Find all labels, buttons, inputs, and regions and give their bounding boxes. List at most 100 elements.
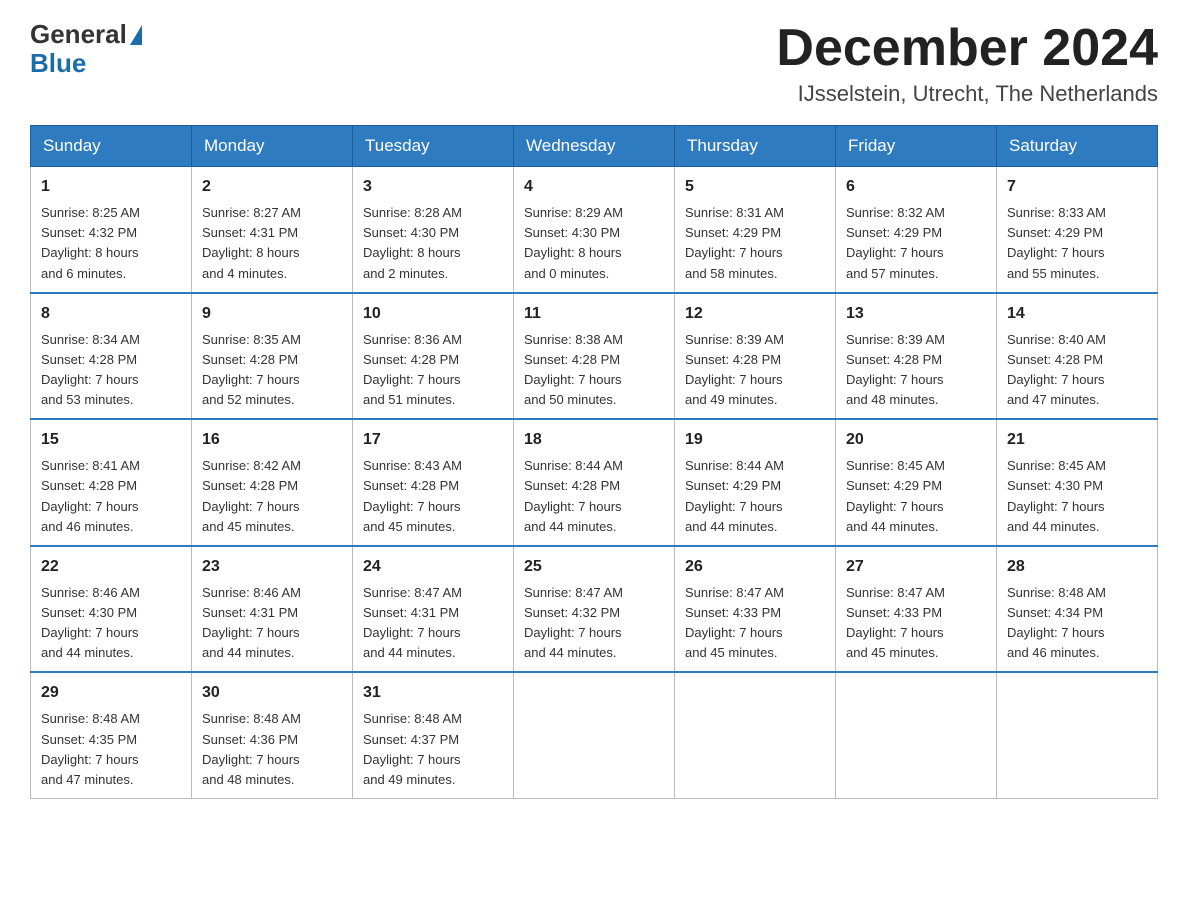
day-number: 2 xyxy=(202,175,342,199)
day-info: Sunrise: 8:34 AMSunset: 4:28 PMDaylight:… xyxy=(41,330,181,411)
header-friday: Friday xyxy=(836,126,997,167)
day-info: Sunrise: 8:25 AMSunset: 4:32 PMDaylight:… xyxy=(41,203,181,284)
calendar-cell: 16 Sunrise: 8:42 AMSunset: 4:28 PMDaylig… xyxy=(192,419,353,546)
location-subtitle: IJsselstein, Utrecht, The Netherlands xyxy=(776,81,1158,107)
calendar-cell: 27 Sunrise: 8:47 AMSunset: 4:33 PMDaylig… xyxy=(836,546,997,673)
day-info: Sunrise: 8:32 AMSunset: 4:29 PMDaylight:… xyxy=(846,203,986,284)
day-number: 27 xyxy=(846,555,986,579)
day-info: Sunrise: 8:46 AMSunset: 4:30 PMDaylight:… xyxy=(41,583,181,664)
day-info: Sunrise: 8:46 AMSunset: 4:31 PMDaylight:… xyxy=(202,583,342,664)
calendar-cell: 10 Sunrise: 8:36 AMSunset: 4:28 PMDaylig… xyxy=(353,293,514,420)
day-number: 14 xyxy=(1007,302,1147,326)
calendar-week-row: 1 Sunrise: 8:25 AMSunset: 4:32 PMDayligh… xyxy=(31,167,1158,293)
calendar-cell: 14 Sunrise: 8:40 AMSunset: 4:28 PMDaylig… xyxy=(997,293,1158,420)
header-sunday: Sunday xyxy=(31,126,192,167)
day-info: Sunrise: 8:48 AMSunset: 4:34 PMDaylight:… xyxy=(1007,583,1147,664)
calendar-cell: 21 Sunrise: 8:45 AMSunset: 4:30 PMDaylig… xyxy=(997,419,1158,546)
day-number: 17 xyxy=(363,428,503,452)
day-info: Sunrise: 8:47 AMSunset: 4:33 PMDaylight:… xyxy=(685,583,825,664)
header-wednesday: Wednesday xyxy=(514,126,675,167)
calendar-cell: 22 Sunrise: 8:46 AMSunset: 4:30 PMDaylig… xyxy=(31,546,192,673)
calendar-cell: 1 Sunrise: 8:25 AMSunset: 4:32 PMDayligh… xyxy=(31,167,192,293)
logo-wordmark: General Blue xyxy=(30,20,142,77)
header-monday: Monday xyxy=(192,126,353,167)
day-info: Sunrise: 8:28 AMSunset: 4:30 PMDaylight:… xyxy=(363,203,503,284)
day-info: Sunrise: 8:31 AMSunset: 4:29 PMDaylight:… xyxy=(685,203,825,284)
day-info: Sunrise: 8:36 AMSunset: 4:28 PMDaylight:… xyxy=(363,330,503,411)
day-info: Sunrise: 8:39 AMSunset: 4:28 PMDaylight:… xyxy=(685,330,825,411)
day-info: Sunrise: 8:35 AMSunset: 4:28 PMDaylight:… xyxy=(202,330,342,411)
day-info: Sunrise: 8:44 AMSunset: 4:28 PMDaylight:… xyxy=(524,456,664,537)
day-info: Sunrise: 8:39 AMSunset: 4:28 PMDaylight:… xyxy=(846,330,986,411)
day-info: Sunrise: 8:29 AMSunset: 4:30 PMDaylight:… xyxy=(524,203,664,284)
header-thursday: Thursday xyxy=(675,126,836,167)
day-info: Sunrise: 8:45 AMSunset: 4:29 PMDaylight:… xyxy=(846,456,986,537)
calendar-cell: 17 Sunrise: 8:43 AMSunset: 4:28 PMDaylig… xyxy=(353,419,514,546)
day-info: Sunrise: 8:44 AMSunset: 4:29 PMDaylight:… xyxy=(685,456,825,537)
calendar-cell: 31 Sunrise: 8:48 AMSunset: 4:37 PMDaylig… xyxy=(353,672,514,798)
day-number: 7 xyxy=(1007,175,1147,199)
calendar-cell: 2 Sunrise: 8:27 AMSunset: 4:31 PMDayligh… xyxy=(192,167,353,293)
day-number: 12 xyxy=(685,302,825,326)
calendar-cell: 3 Sunrise: 8:28 AMSunset: 4:30 PMDayligh… xyxy=(353,167,514,293)
calendar-cell: 30 Sunrise: 8:48 AMSunset: 4:36 PMDaylig… xyxy=(192,672,353,798)
calendar-cell: 18 Sunrise: 8:44 AMSunset: 4:28 PMDaylig… xyxy=(514,419,675,546)
calendar-week-row: 22 Sunrise: 8:46 AMSunset: 4:30 PMDaylig… xyxy=(31,546,1158,673)
day-number: 11 xyxy=(524,302,664,326)
day-info: Sunrise: 8:38 AMSunset: 4:28 PMDaylight:… xyxy=(524,330,664,411)
day-number: 30 xyxy=(202,681,342,705)
calendar-cell: 25 Sunrise: 8:47 AMSunset: 4:32 PMDaylig… xyxy=(514,546,675,673)
calendar-cell: 12 Sunrise: 8:39 AMSunset: 4:28 PMDaylig… xyxy=(675,293,836,420)
day-number: 19 xyxy=(685,428,825,452)
day-number: 22 xyxy=(41,555,181,579)
day-info: Sunrise: 8:42 AMSunset: 4:28 PMDaylight:… xyxy=(202,456,342,537)
calendar-cell xyxy=(675,672,836,798)
calendar-cell xyxy=(836,672,997,798)
day-number: 26 xyxy=(685,555,825,579)
weekday-header-row: Sunday Monday Tuesday Wednesday Thursday… xyxy=(31,126,1158,167)
calendar-cell xyxy=(514,672,675,798)
day-number: 4 xyxy=(524,175,664,199)
day-number: 3 xyxy=(363,175,503,199)
calendar-cell: 11 Sunrise: 8:38 AMSunset: 4:28 PMDaylig… xyxy=(514,293,675,420)
calendar-week-row: 15 Sunrise: 8:41 AMSunset: 4:28 PMDaylig… xyxy=(31,419,1158,546)
day-info: Sunrise: 8:33 AMSunset: 4:29 PMDaylight:… xyxy=(1007,203,1147,284)
day-number: 15 xyxy=(41,428,181,452)
month-title: December 2024 xyxy=(776,20,1158,77)
header-saturday: Saturday xyxy=(997,126,1158,167)
day-info: Sunrise: 8:47 AMSunset: 4:31 PMDaylight:… xyxy=(363,583,503,664)
logo-blue-text: Blue xyxy=(30,48,86,78)
calendar-cell: 4 Sunrise: 8:29 AMSunset: 4:30 PMDayligh… xyxy=(514,167,675,293)
day-number: 24 xyxy=(363,555,503,579)
day-number: 13 xyxy=(846,302,986,326)
day-number: 18 xyxy=(524,428,664,452)
day-number: 31 xyxy=(363,681,503,705)
day-info: Sunrise: 8:48 AMSunset: 4:37 PMDaylight:… xyxy=(363,709,503,790)
day-number: 6 xyxy=(846,175,986,199)
calendar-cell: 13 Sunrise: 8:39 AMSunset: 4:28 PMDaylig… xyxy=(836,293,997,420)
day-info: Sunrise: 8:27 AMSunset: 4:31 PMDaylight:… xyxy=(202,203,342,284)
day-number: 10 xyxy=(363,302,503,326)
calendar-cell: 9 Sunrise: 8:35 AMSunset: 4:28 PMDayligh… xyxy=(192,293,353,420)
logo: General Blue xyxy=(30,20,142,77)
day-number: 23 xyxy=(202,555,342,579)
day-info: Sunrise: 8:48 AMSunset: 4:35 PMDaylight:… xyxy=(41,709,181,790)
calendar-cell: 23 Sunrise: 8:46 AMSunset: 4:31 PMDaylig… xyxy=(192,546,353,673)
day-info: Sunrise: 8:40 AMSunset: 4:28 PMDaylight:… xyxy=(1007,330,1147,411)
day-info: Sunrise: 8:48 AMSunset: 4:36 PMDaylight:… xyxy=(202,709,342,790)
logo-general-text: General xyxy=(30,20,127,49)
day-info: Sunrise: 8:41 AMSunset: 4:28 PMDaylight:… xyxy=(41,456,181,537)
day-number: 21 xyxy=(1007,428,1147,452)
day-number: 8 xyxy=(41,302,181,326)
day-number: 1 xyxy=(41,175,181,199)
title-block: December 2024 IJsselstein, Utrecht, The … xyxy=(776,20,1158,107)
calendar-cell: 7 Sunrise: 8:33 AMSunset: 4:29 PMDayligh… xyxy=(997,167,1158,293)
day-info: Sunrise: 8:47 AMSunset: 4:32 PMDaylight:… xyxy=(524,583,664,664)
page-header: General Blue December 2024 IJsselstein, … xyxy=(30,20,1158,107)
calendar-cell xyxy=(997,672,1158,798)
calendar-cell: 5 Sunrise: 8:31 AMSunset: 4:29 PMDayligh… xyxy=(675,167,836,293)
calendar-week-row: 29 Sunrise: 8:48 AMSunset: 4:35 PMDaylig… xyxy=(31,672,1158,798)
calendar-table: Sunday Monday Tuesday Wednesday Thursday… xyxy=(30,125,1158,799)
calendar-cell: 20 Sunrise: 8:45 AMSunset: 4:29 PMDaylig… xyxy=(836,419,997,546)
day-number: 29 xyxy=(41,681,181,705)
